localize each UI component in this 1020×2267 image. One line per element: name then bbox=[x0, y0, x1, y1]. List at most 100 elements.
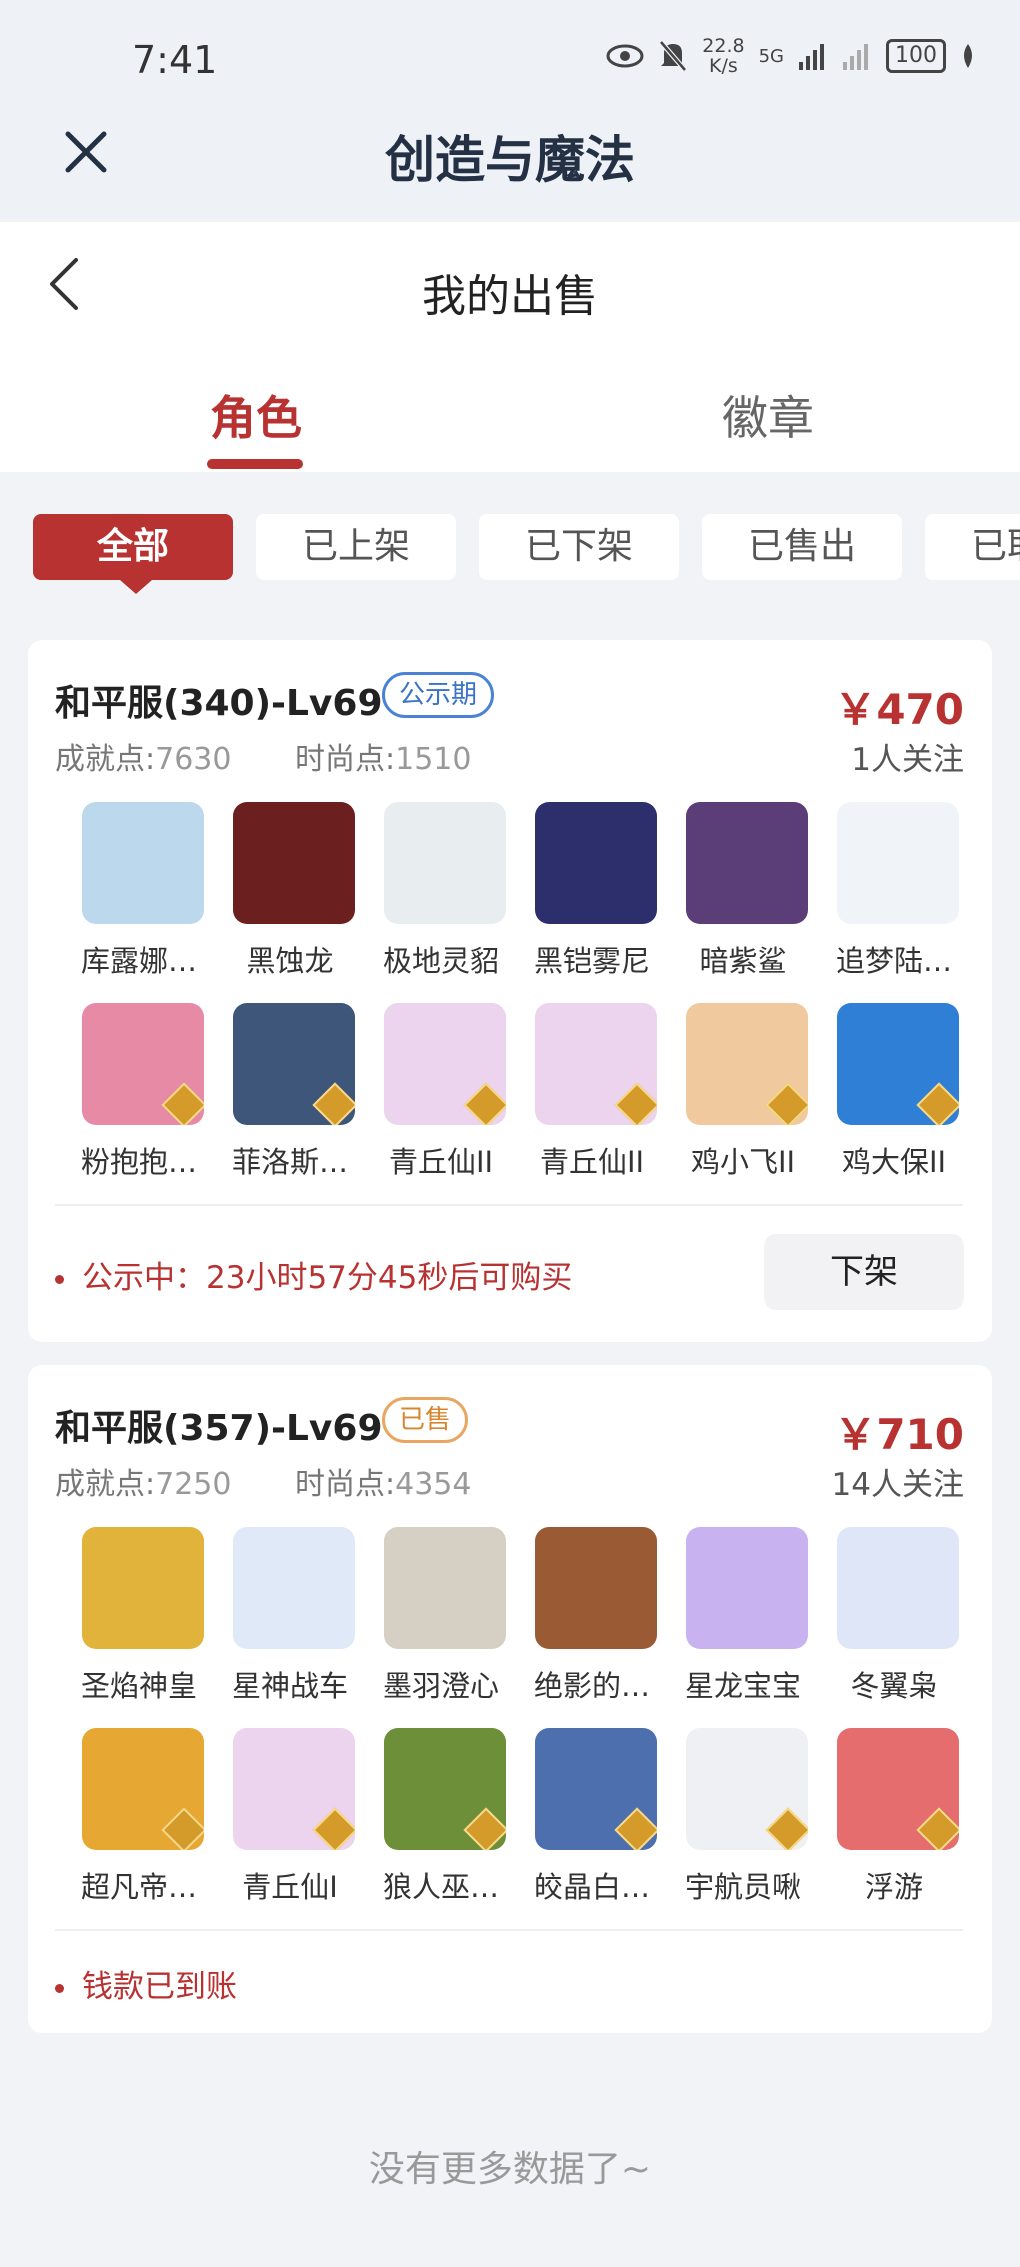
listing-title: 和平服(340)-Lv69 bbox=[55, 683, 383, 724]
rank-badge-icon bbox=[765, 1082, 808, 1125]
item-tile[interactable]: 浮游 bbox=[819, 1728, 969, 1906]
item-name: 库露娜… bbox=[80, 944, 197, 978]
status-icons: 22.8 K/s 5G 100 bbox=[606, 36, 976, 76]
item-grid: 圣焰神皇 星神战车 墨羽澄心 绝影的… 星龙宝宝 冬翼枭超凡帝… 青丘仙I 狼人巫… 皎晶白… 宇… bbox=[64, 1527, 964, 1907]
listing-title: 和平服(357)-Lv69 bbox=[55, 1408, 383, 1449]
item-tile[interactable]: 星龙宝宝 bbox=[668, 1527, 818, 1705]
listing-price: ￥470 bbox=[834, 685, 964, 734]
tab-badge[interactable]: 徽章 bbox=[722, 382, 814, 448]
item-name: 追梦陆… bbox=[835, 944, 952, 978]
item-tile[interactable]: 青丘仙II bbox=[517, 1003, 667, 1181]
item-name: 星龙宝宝 bbox=[684, 1669, 801, 1703]
filter-sold[interactable]: 已售出 bbox=[702, 514, 902, 580]
item-name: 宇航员啾 bbox=[684, 1870, 801, 1904]
notice-text: 公示中：23小时57分45秒后可购买 bbox=[55, 1252, 572, 1297]
listing-card[interactable]: 和平服(357)-Lv69 已售 ￥710 成就点:7250 时尚点:4354 … bbox=[28, 1365, 992, 2033]
signal-weak-icon bbox=[843, 44, 868, 70]
app-title: 创造与魔法 bbox=[385, 131, 635, 189]
item-image bbox=[233, 1003, 355, 1125]
item-image bbox=[233, 802, 355, 924]
item-tile[interactable]: 黑蚀龙 bbox=[215, 802, 365, 980]
delist-button[interactable]: 下架 bbox=[764, 1234, 964, 1310]
tab-role[interactable]: 角色 bbox=[210, 382, 302, 448]
divider bbox=[55, 1204, 963, 1206]
rank-badge-icon bbox=[614, 1807, 657, 1850]
item-name: 暗紫鲨 bbox=[699, 944, 787, 978]
item-tile[interactable]: 宇航员啾 bbox=[668, 1728, 818, 1906]
item-tile[interactable]: 粉抱抱… bbox=[64, 1003, 214, 1181]
item-image bbox=[82, 802, 204, 924]
item-tile[interactable]: 黑铠雾尼 bbox=[517, 802, 667, 980]
item-name: 狼人巫… bbox=[382, 1870, 499, 1904]
divider bbox=[55, 1929, 963, 1931]
notice-text: 钱款已到账 bbox=[55, 1961, 237, 2006]
listing-stats: 成就点:7630 时尚点:1510 bbox=[55, 742, 472, 777]
rank-badge-icon bbox=[161, 1807, 204, 1850]
item-name: 粉抱抱… bbox=[80, 1145, 197, 1179]
item-name: 黑蚀龙 bbox=[246, 944, 334, 978]
item-name: 绝影的… bbox=[533, 1669, 650, 1703]
item-tile[interactable]: 库露娜… bbox=[64, 802, 214, 980]
filter-all[interactable]: 全部 bbox=[33, 514, 233, 580]
item-name: 冬翼枭 bbox=[850, 1669, 938, 1703]
item-image bbox=[837, 1728, 959, 1850]
listing-stats: 成就点:7250 时尚点:4354 bbox=[55, 1467, 472, 1502]
rank-badge-icon bbox=[463, 1082, 506, 1125]
item-name: 星神战车 bbox=[231, 1669, 348, 1703]
item-image bbox=[384, 1728, 506, 1850]
item-name: 青丘仙I bbox=[242, 1870, 338, 1904]
item-image bbox=[535, 1527, 657, 1649]
status-badge: 公示期 bbox=[382, 672, 495, 718]
item-tile[interactable]: 超凡帝… bbox=[64, 1728, 214, 1906]
item-image bbox=[535, 1728, 657, 1850]
filter-pointer bbox=[120, 580, 152, 594]
item-tile[interactable]: 极地灵貂 bbox=[366, 802, 516, 980]
item-image bbox=[686, 802, 808, 924]
item-image bbox=[535, 1003, 657, 1125]
filter-listed[interactable]: 已上架 bbox=[256, 514, 456, 580]
filter-bar: 全部 已上架 已下架 已售出 已取消 bbox=[33, 514, 1020, 580]
listing-price: ￥710 bbox=[834, 1410, 964, 1459]
no-more-data: 没有更多数据了~ bbox=[368, 2149, 652, 2190]
item-tile[interactable]: 菲洛斯… bbox=[215, 1003, 365, 1181]
item-tile[interactable]: 圣焰神皇 bbox=[64, 1527, 214, 1705]
rank-badge-icon bbox=[312, 1082, 355, 1125]
item-tile[interactable]: 暗紫鲨 bbox=[668, 802, 818, 980]
item-name: 墨羽澄心 bbox=[382, 1669, 499, 1703]
item-tile[interactable]: 青丘仙II bbox=[366, 1003, 516, 1181]
item-tile[interactable]: 星神战车 bbox=[215, 1527, 365, 1705]
item-name: 鸡大保II bbox=[841, 1145, 947, 1179]
item-image bbox=[686, 1527, 808, 1649]
item-tile[interactable]: 墨羽澄心 bbox=[366, 1527, 516, 1705]
item-image bbox=[82, 1527, 204, 1649]
item-tile[interactable]: 狼人巫… bbox=[366, 1728, 516, 1906]
tab-active-indicator bbox=[207, 459, 303, 469]
item-tile[interactable]: 青丘仙I bbox=[215, 1728, 365, 1906]
rank-badge-icon bbox=[463, 1807, 506, 1850]
item-image bbox=[82, 1003, 204, 1125]
item-grid: 库露娜… 黑蚀龙 极地灵貂 黑铠雾尼 暗紫鲨 追梦陆… 粉抱抱… 菲洛斯… 青丘仙II 青丘仙II… bbox=[64, 802, 964, 1182]
listing-card[interactable]: 和平服(340)-Lv69 公示期 ￥470 成就点:7630 时尚点:1510… bbox=[28, 640, 992, 1342]
item-tile[interactable]: 冬翼枭 bbox=[819, 1527, 969, 1705]
item-image bbox=[837, 802, 959, 924]
item-name: 圣焰神皇 bbox=[80, 1669, 197, 1703]
app-header: 创造与魔法 bbox=[0, 120, 1020, 220]
item-tile[interactable]: 皎晶白… bbox=[517, 1728, 667, 1906]
item-tile[interactable]: 追梦陆… bbox=[819, 802, 969, 980]
status-time: 7:41 bbox=[132, 38, 218, 82]
status-bar: 7:41 22.8 K/s 5G 100 bbox=[0, 0, 1020, 120]
item-tile[interactable]: 鸡小飞II bbox=[668, 1003, 818, 1181]
item-image bbox=[82, 1728, 204, 1850]
followers-count: 14人关注 bbox=[831, 1467, 964, 1503]
followers-count: 1人关注 bbox=[851, 742, 964, 778]
rank-badge-icon bbox=[614, 1082, 657, 1125]
battery-indicator: 100 bbox=[886, 39, 946, 73]
filter-cancelled[interactable]: 已取消 bbox=[925, 514, 1020, 580]
item-name: 超凡帝… bbox=[80, 1870, 197, 1904]
item-tile[interactable]: 鸡大保II bbox=[819, 1003, 969, 1181]
filter-delisted[interactable]: 已下架 bbox=[479, 514, 679, 580]
item-tile[interactable]: 绝影的… bbox=[517, 1527, 667, 1705]
item-name: 浮游 bbox=[864, 1870, 923, 1904]
item-image bbox=[535, 802, 657, 924]
signal-icon bbox=[799, 44, 824, 70]
